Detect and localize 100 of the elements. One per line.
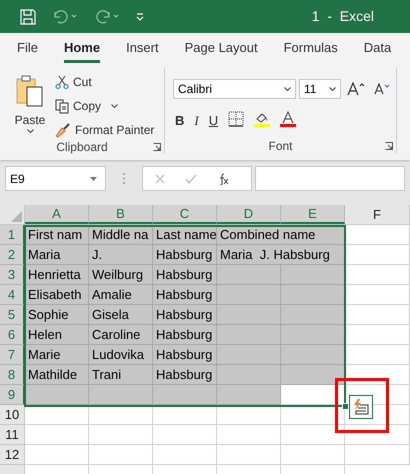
ribbon-tab[interactable]: Data bbox=[364, 38, 392, 63]
cell[interactable]: Weilburg bbox=[89, 265, 153, 285]
cell[interactable] bbox=[25, 405, 89, 425]
row-header[interactable]: 3 bbox=[0, 265, 25, 285]
ribbon-tab[interactable]: File bbox=[17, 38, 38, 63]
font-color-icon[interactable] bbox=[280, 111, 296, 127]
bold-button[interactable]: B bbox=[175, 111, 184, 130]
cell[interactable]: Trani bbox=[89, 365, 153, 385]
cell[interactable] bbox=[217, 445, 281, 465]
cell[interactable]: Maria bbox=[25, 245, 89, 265]
redo-icon[interactable] bbox=[94, 10, 120, 24]
select-all-icon[interactable] bbox=[11, 211, 22, 222]
cancel-icon[interactable] bbox=[155, 174, 165, 184]
ribbon-tab[interactable]: Insert bbox=[126, 38, 159, 63]
cell[interactable] bbox=[345, 345, 410, 365]
cell[interactable]: Ludovika bbox=[89, 345, 153, 365]
font-size-dropdown[interactable]: 11 bbox=[299, 79, 341, 99]
cell[interactable] bbox=[281, 305, 345, 325]
cell[interactable] bbox=[217, 385, 281, 405]
cell[interactable]: Habsburg bbox=[153, 345, 217, 365]
cell[interactable] bbox=[25, 385, 89, 405]
undo-icon[interactable] bbox=[52, 10, 78, 24]
drag-handle-icon[interactable] bbox=[123, 173, 125, 184]
row-header[interactable]: 10 bbox=[0, 405, 25, 425]
column-header[interactable]: B bbox=[89, 205, 153, 224]
cell[interactable] bbox=[345, 325, 410, 345]
flash-fill-options-menu[interactable] bbox=[349, 395, 373, 419]
cell[interactable] bbox=[153, 385, 217, 405]
cell[interactable]: Maria J. Habsburg bbox=[217, 245, 345, 265]
cell[interactable] bbox=[89, 385, 153, 405]
row-header[interactable]: 4 bbox=[0, 285, 25, 305]
check-icon[interactable] bbox=[185, 174, 197, 184]
cell[interactable] bbox=[281, 345, 345, 365]
cell[interactable] bbox=[153, 445, 217, 465]
row-header[interactable]: 9 bbox=[0, 385, 25, 405]
row-header[interactable]: 8 bbox=[0, 365, 25, 385]
ribbon-tab[interactable]: Page Layout bbox=[184, 38, 258, 63]
paste-button[interactable]: Paste bbox=[12, 75, 48, 139]
cell[interactable]: Helen bbox=[25, 325, 89, 345]
cell[interactable]: Gisela bbox=[89, 305, 153, 325]
cell[interactable] bbox=[281, 445, 345, 465]
cell[interactable] bbox=[217, 285, 281, 305]
cell[interactable] bbox=[89, 405, 153, 425]
row-header[interactable]: 2 bbox=[0, 245, 25, 265]
cell[interactable] bbox=[345, 245, 410, 265]
cell[interactable]: Caroline bbox=[89, 325, 153, 345]
cell[interactable] bbox=[153, 405, 217, 425]
column-header[interactable]: D bbox=[217, 205, 281, 224]
cell[interactable]: Habsburg bbox=[153, 285, 217, 305]
cell[interactable]: J. bbox=[89, 245, 153, 265]
row-header[interactable]: 7 bbox=[0, 345, 25, 365]
row-header[interactable]: 6 bbox=[0, 325, 25, 345]
cell[interactable]: Henrietta bbox=[25, 265, 89, 285]
cell[interactable] bbox=[89, 425, 153, 445]
cell[interactable] bbox=[217, 325, 281, 345]
cell[interactable] bbox=[345, 225, 410, 245]
row-header[interactable]: 11 bbox=[0, 425, 25, 445]
cell[interactable] bbox=[281, 425, 345, 445]
italic-button[interactable]: I bbox=[194, 111, 199, 130]
borders-icon[interactable] bbox=[228, 111, 244, 127]
insert-function-icon[interactable] bbox=[217, 172, 229, 184]
underline-button[interactable]: U bbox=[208, 111, 218, 130]
cell[interactable] bbox=[281, 285, 345, 305]
clipboard-command[interactable]: Copy bbox=[55, 97, 154, 115]
save-icon[interactable] bbox=[20, 8, 36, 24]
ribbon-tab[interactable]: Formulas bbox=[284, 38, 338, 63]
row-header[interactable]: 5 bbox=[0, 305, 25, 325]
row-header[interactable]: 12 bbox=[0, 445, 25, 465]
column-header[interactable]: E bbox=[281, 205, 345, 224]
column-header[interactable]: A bbox=[25, 205, 89, 224]
cell[interactable]: Habsburg bbox=[153, 265, 217, 285]
shrink-font-icon[interactable] bbox=[374, 83, 390, 95]
cell[interactable] bbox=[217, 265, 281, 285]
clipboard-command[interactable]: Cut bbox=[55, 73, 154, 91]
fill-color-icon[interactable] bbox=[254, 111, 270, 127]
grow-font-icon[interactable] bbox=[347, 82, 365, 96]
cell[interactable] bbox=[217, 405, 281, 425]
cell[interactable] bbox=[217, 365, 281, 385]
cell[interactable] bbox=[217, 425, 281, 445]
cell[interactable] bbox=[25, 445, 89, 465]
ribbon-tab[interactable]: Home bbox=[64, 38, 100, 63]
cell[interactable] bbox=[89, 445, 153, 465]
dialog-launcher-icon[interactable] bbox=[385, 142, 393, 150]
cell[interactable] bbox=[281, 325, 345, 345]
cell[interactable] bbox=[153, 425, 217, 445]
cell[interactable] bbox=[345, 285, 410, 305]
formula-input-field[interactable] bbox=[255, 166, 405, 191]
fill-handle[interactable] bbox=[342, 403, 349, 410]
cell[interactable] bbox=[345, 305, 410, 325]
cell[interactable]: Sophie bbox=[25, 305, 89, 325]
cell[interactable]: Habsburg bbox=[153, 365, 217, 385]
clipboard-command[interactable]: Format Painter bbox=[55, 121, 154, 139]
cell[interactable]: Habsburg bbox=[153, 245, 217, 265]
cell[interactable]: Marie bbox=[25, 345, 89, 365]
name-box[interactable]: E9 bbox=[5, 166, 106, 191]
font-name-dropdown[interactable]: Calibri bbox=[173, 79, 296, 99]
cell[interactable] bbox=[217, 305, 281, 325]
cell[interactable]: Habsburg bbox=[153, 305, 217, 325]
column-header[interactable]: C bbox=[153, 205, 217, 224]
row-header[interactable]: 1 bbox=[0, 225, 25, 245]
